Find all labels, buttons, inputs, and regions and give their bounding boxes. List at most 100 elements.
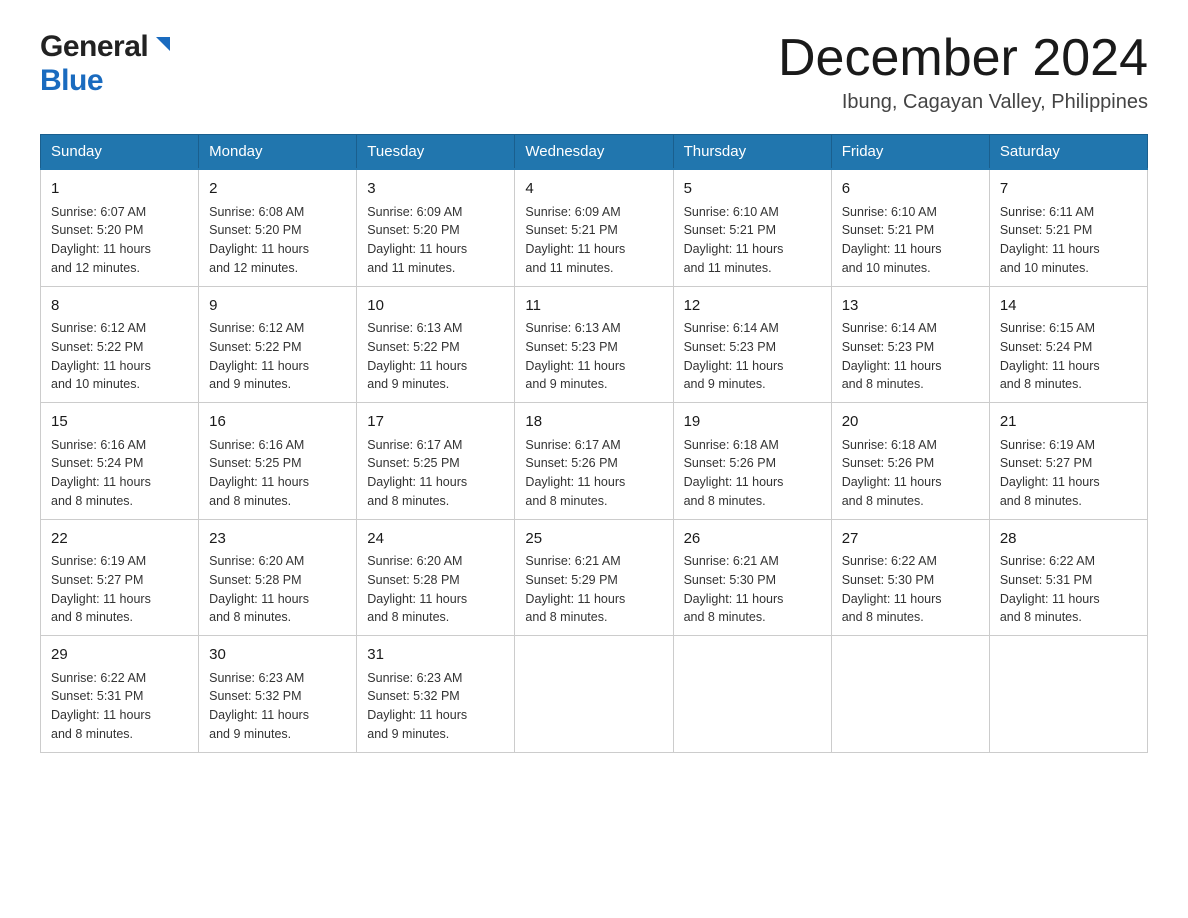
calendar-cell: 20Sunrise: 6:18 AMSunset: 5:26 PMDayligh… — [831, 403, 989, 520]
day-info: Sunrise: 6:16 AMSunset: 5:24 PMDaylight:… — [51, 436, 188, 511]
calendar-cell — [831, 636, 989, 753]
calendar-cell: 11Sunrise: 6:13 AMSunset: 5:23 PMDayligh… — [515, 286, 673, 403]
logo-blue-text: Blue — [40, 64, 103, 97]
day-header-sunday: Sunday — [41, 135, 199, 170]
day-info: Sunrise: 6:21 AMSunset: 5:30 PMDaylight:… — [684, 552, 821, 627]
calendar-cell: 16Sunrise: 6:16 AMSunset: 5:25 PMDayligh… — [199, 403, 357, 520]
day-number: 19 — [684, 411, 821, 434]
day-info: Sunrise: 6:22 AMSunset: 5:30 PMDaylight:… — [842, 552, 979, 627]
day-number: 4 — [525, 178, 662, 201]
calendar-cell: 19Sunrise: 6:18 AMSunset: 5:26 PMDayligh… — [673, 403, 831, 520]
day-header-wednesday: Wednesday — [515, 135, 673, 170]
day-info: Sunrise: 6:09 AMSunset: 5:20 PMDaylight:… — [367, 203, 504, 278]
calendar-week-row: 22Sunrise: 6:19 AMSunset: 5:27 PMDayligh… — [41, 519, 1148, 636]
calendar-cell: 1Sunrise: 6:07 AMSunset: 5:20 PMDaylight… — [41, 169, 199, 286]
day-number: 29 — [51, 644, 188, 667]
calendar-cell: 8Sunrise: 6:12 AMSunset: 5:22 PMDaylight… — [41, 286, 199, 403]
calendar-cell: 17Sunrise: 6:17 AMSunset: 5:25 PMDayligh… — [357, 403, 515, 520]
day-info: Sunrise: 6:23 AMSunset: 5:32 PMDaylight:… — [209, 669, 346, 744]
day-info: Sunrise: 6:20 AMSunset: 5:28 PMDaylight:… — [367, 552, 504, 627]
day-info: Sunrise: 6:18 AMSunset: 5:26 PMDaylight:… — [684, 436, 821, 511]
calendar-cell: 3Sunrise: 6:09 AMSunset: 5:20 PMDaylight… — [357, 169, 515, 286]
day-info: Sunrise: 6:18 AMSunset: 5:26 PMDaylight:… — [842, 436, 979, 511]
day-number: 22 — [51, 528, 188, 551]
calendar-cell: 14Sunrise: 6:15 AMSunset: 5:24 PMDayligh… — [989, 286, 1147, 403]
day-header-friday: Friday — [831, 135, 989, 170]
logo: General Blue — [40, 30, 174, 98]
calendar-cell: 13Sunrise: 6:14 AMSunset: 5:23 PMDayligh… — [831, 286, 989, 403]
day-number: 23 — [209, 528, 346, 551]
calendar-cell: 30Sunrise: 6:23 AMSunset: 5:32 PMDayligh… — [199, 636, 357, 753]
calendar-cell: 25Sunrise: 6:21 AMSunset: 5:29 PMDayligh… — [515, 519, 673, 636]
day-info: Sunrise: 6:13 AMSunset: 5:22 PMDaylight:… — [367, 319, 504, 394]
day-info: Sunrise: 6:19 AMSunset: 5:27 PMDaylight:… — [51, 552, 188, 627]
logo-arrow-icon — [152, 33, 174, 60]
calendar-cell: 12Sunrise: 6:14 AMSunset: 5:23 PMDayligh… — [673, 286, 831, 403]
day-info: Sunrise: 6:20 AMSunset: 5:28 PMDaylight:… — [209, 552, 346, 627]
calendar-cell — [989, 636, 1147, 753]
calendar-cell: 22Sunrise: 6:19 AMSunset: 5:27 PMDayligh… — [41, 519, 199, 636]
calendar-header-row: SundayMondayTuesdayWednesdayThursdayFrid… — [41, 135, 1148, 170]
day-info: Sunrise: 6:14 AMSunset: 5:23 PMDaylight:… — [684, 319, 821, 394]
day-info: Sunrise: 6:16 AMSunset: 5:25 PMDaylight:… — [209, 436, 346, 511]
day-info: Sunrise: 6:14 AMSunset: 5:23 PMDaylight:… — [842, 319, 979, 394]
day-number: 31 — [367, 644, 504, 667]
day-number: 3 — [367, 178, 504, 201]
calendar-cell — [515, 636, 673, 753]
day-info: Sunrise: 6:15 AMSunset: 5:24 PMDaylight:… — [1000, 319, 1137, 394]
calendar-cell: 10Sunrise: 6:13 AMSunset: 5:22 PMDayligh… — [357, 286, 515, 403]
day-header-tuesday: Tuesday — [357, 135, 515, 170]
day-number: 17 — [367, 411, 504, 434]
calendar-cell: 27Sunrise: 6:22 AMSunset: 5:30 PMDayligh… — [831, 519, 989, 636]
day-number: 1 — [51, 178, 188, 201]
day-info: Sunrise: 6:10 AMSunset: 5:21 PMDaylight:… — [684, 203, 821, 278]
day-info: Sunrise: 6:12 AMSunset: 5:22 PMDaylight:… — [51, 319, 188, 394]
calendar-cell: 18Sunrise: 6:17 AMSunset: 5:26 PMDayligh… — [515, 403, 673, 520]
day-number: 21 — [1000, 411, 1137, 434]
calendar-cell: 4Sunrise: 6:09 AMSunset: 5:21 PMDaylight… — [515, 169, 673, 286]
calendar-cell: 24Sunrise: 6:20 AMSunset: 5:28 PMDayligh… — [357, 519, 515, 636]
calendar-cell: 7Sunrise: 6:11 AMSunset: 5:21 PMDaylight… — [989, 169, 1147, 286]
calendar-cell: 5Sunrise: 6:10 AMSunset: 5:21 PMDaylight… — [673, 169, 831, 286]
calendar-cell: 26Sunrise: 6:21 AMSunset: 5:30 PMDayligh… — [673, 519, 831, 636]
calendar-table: SundayMondayTuesdayWednesdayThursdayFrid… — [40, 134, 1148, 753]
day-info: Sunrise: 6:23 AMSunset: 5:32 PMDaylight:… — [367, 669, 504, 744]
day-number: 28 — [1000, 528, 1137, 551]
day-info: Sunrise: 6:13 AMSunset: 5:23 PMDaylight:… — [525, 319, 662, 394]
calendar-cell: 21Sunrise: 6:19 AMSunset: 5:27 PMDayligh… — [989, 403, 1147, 520]
calendar-week-row: 15Sunrise: 6:16 AMSunset: 5:24 PMDayligh… — [41, 403, 1148, 520]
day-number: 16 — [209, 411, 346, 434]
calendar-cell: 31Sunrise: 6:23 AMSunset: 5:32 PMDayligh… — [357, 636, 515, 753]
day-info: Sunrise: 6:10 AMSunset: 5:21 PMDaylight:… — [842, 203, 979, 278]
day-number: 12 — [684, 295, 821, 318]
day-number: 27 — [842, 528, 979, 551]
day-number: 10 — [367, 295, 504, 318]
day-info: Sunrise: 6:21 AMSunset: 5:29 PMDaylight:… — [525, 552, 662, 627]
day-number: 8 — [51, 295, 188, 318]
day-info: Sunrise: 6:22 AMSunset: 5:31 PMDaylight:… — [51, 669, 188, 744]
calendar-cell: 29Sunrise: 6:22 AMSunset: 5:31 PMDayligh… — [41, 636, 199, 753]
day-number: 24 — [367, 528, 504, 551]
calendar-cell — [673, 636, 831, 753]
logo-general-text: General — [40, 30, 148, 64]
page-header: General Blue December 2024 Ibung, Cagaya… — [40, 30, 1148, 114]
day-info: Sunrise: 6:07 AMSunset: 5:20 PMDaylight:… — [51, 203, 188, 278]
title-area: December 2024 Ibung, Cagayan Valley, Phi… — [778, 30, 1148, 114]
day-number: 15 — [51, 411, 188, 434]
day-number: 7 — [1000, 178, 1137, 201]
day-info: Sunrise: 6:12 AMSunset: 5:22 PMDaylight:… — [209, 319, 346, 394]
day-number: 14 — [1000, 295, 1137, 318]
day-header-monday: Monday — [199, 135, 357, 170]
day-info: Sunrise: 6:11 AMSunset: 5:21 PMDaylight:… — [1000, 203, 1137, 278]
calendar-cell: 9Sunrise: 6:12 AMSunset: 5:22 PMDaylight… — [199, 286, 357, 403]
calendar-week-row: 8Sunrise: 6:12 AMSunset: 5:22 PMDaylight… — [41, 286, 1148, 403]
day-number: 2 — [209, 178, 346, 201]
calendar-cell: 28Sunrise: 6:22 AMSunset: 5:31 PMDayligh… — [989, 519, 1147, 636]
day-info: Sunrise: 6:08 AMSunset: 5:20 PMDaylight:… — [209, 203, 346, 278]
day-info: Sunrise: 6:19 AMSunset: 5:27 PMDaylight:… — [1000, 436, 1137, 511]
day-number: 25 — [525, 528, 662, 551]
calendar-week-row: 29Sunrise: 6:22 AMSunset: 5:31 PMDayligh… — [41, 636, 1148, 753]
calendar-cell: 23Sunrise: 6:20 AMSunset: 5:28 PMDayligh… — [199, 519, 357, 636]
day-info: Sunrise: 6:09 AMSunset: 5:21 PMDaylight:… — [525, 203, 662, 278]
day-number: 20 — [842, 411, 979, 434]
